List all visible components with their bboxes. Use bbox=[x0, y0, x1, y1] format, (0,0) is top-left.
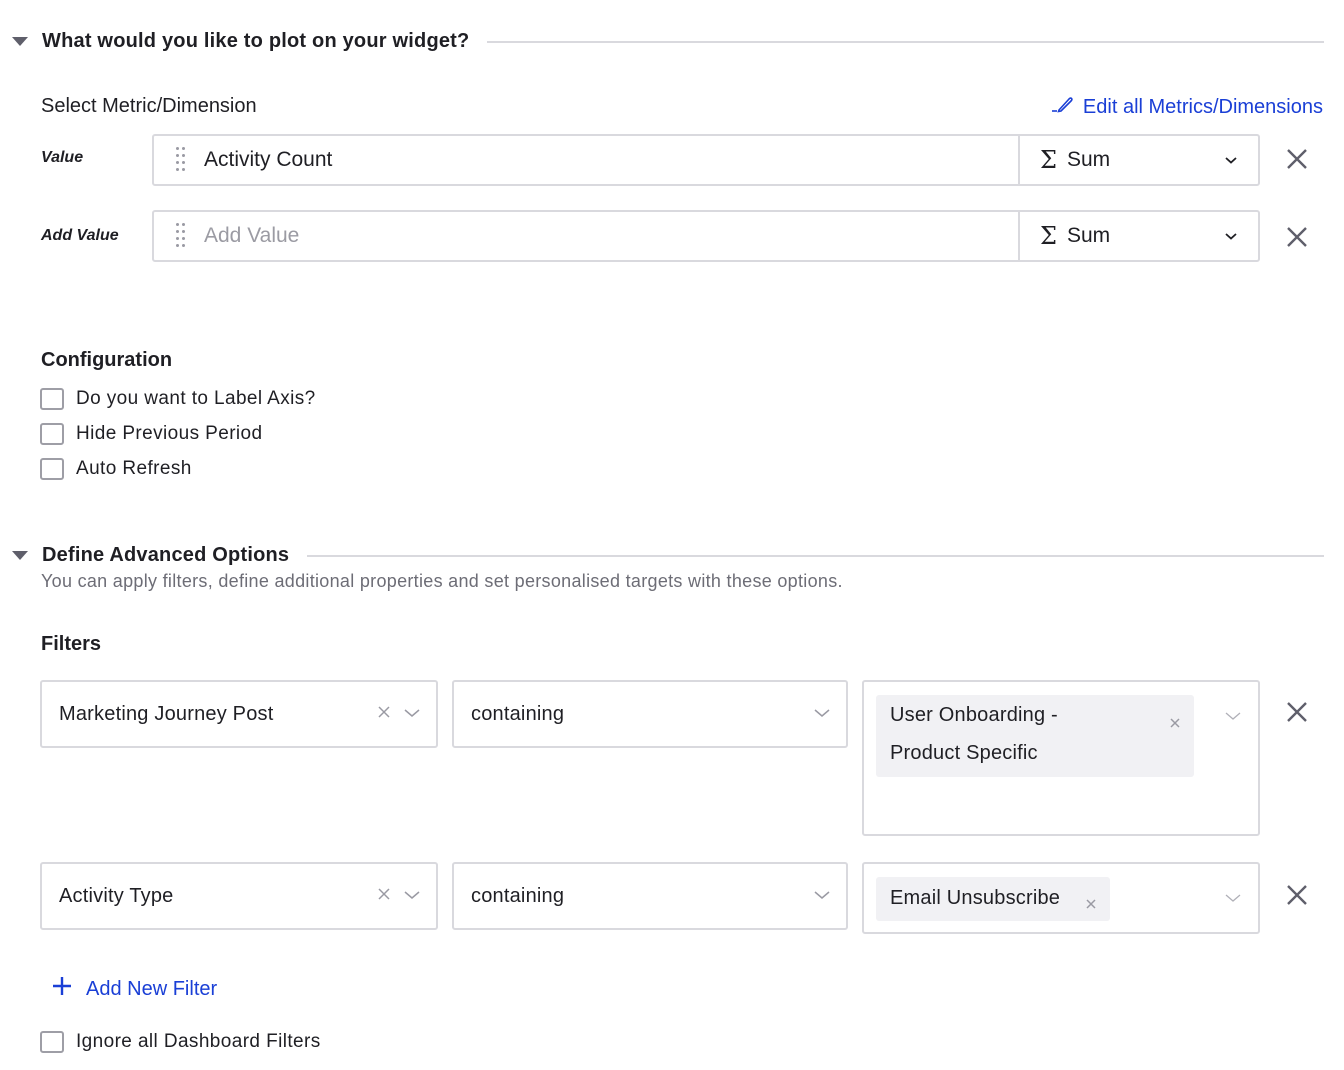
remove-filter-2-button[interactable] bbox=[1285, 883, 1309, 907]
tag-line-1: Email Unsubscribe bbox=[890, 887, 1061, 909]
add-value-aggregation-select[interactable]: Σ Sum bbox=[1020, 212, 1258, 260]
filter-2-values-input[interactable]: Email Unsubscribe bbox=[862, 862, 1260, 934]
section-divider bbox=[307, 554, 1324, 557]
filter-2-operator-text: containing bbox=[471, 884, 565, 907]
filter-2-value-tag: Email Unsubscribe bbox=[876, 877, 1110, 921]
sigma-icon: Σ bbox=[1040, 222, 1057, 250]
add-value-placeholder: Add Value bbox=[204, 224, 300, 247]
drag-handle-icon[interactable] bbox=[176, 147, 186, 173]
chevron-down-icon bbox=[814, 705, 830, 723]
filter-1-operator-text: containing bbox=[471, 702, 565, 725]
configuration-title: Configuration bbox=[41, 349, 173, 371]
label-axis-label: Do you want to Label Axis? bbox=[76, 388, 316, 409]
chevron-down-icon[interactable] bbox=[1225, 890, 1241, 908]
filter-2-field-select[interactable]: Activity Type bbox=[40, 862, 438, 930]
chevron-down-icon bbox=[404, 705, 420, 723]
filter-1-field-select[interactable]: Marketing Journey Post bbox=[40, 680, 438, 748]
value-row-label: Value bbox=[41, 149, 84, 166]
ignore-dashboard-filters-label: Ignore all Dashboard Filters bbox=[76, 1031, 321, 1052]
chevron-down-icon bbox=[1224, 155, 1238, 165]
tag-line-1: User Onboarding - bbox=[890, 704, 1058, 726]
remove-add-value-button[interactable] bbox=[1285, 225, 1309, 249]
close-icon bbox=[1287, 149, 1307, 169]
remove-value-button[interactable] bbox=[1285, 147, 1309, 171]
add-value-row-label: Add Value bbox=[41, 227, 119, 244]
close-icon bbox=[1287, 702, 1307, 722]
pencil-icon bbox=[1051, 95, 1073, 119]
filter-1-field-text: Marketing Journey Post bbox=[59, 702, 274, 725]
drag-handle-icon[interactable] bbox=[176, 223, 186, 249]
value-metric-row: Activity Count Σ Sum bbox=[152, 134, 1260, 186]
remove-tag-icon[interactable] bbox=[1085, 893, 1097, 916]
hide-previous-period-label: Hide Previous Period bbox=[76, 423, 263, 444]
chevron-down-icon bbox=[1224, 231, 1238, 241]
advanced-section-header: Define Advanced Options bbox=[0, 544, 1324, 567]
add-value-metric-input[interactable]: Add Value bbox=[154, 212, 1020, 260]
advanced-section-subtitle: You can apply filters, define additional… bbox=[41, 571, 843, 591]
auto-refresh-option[interactable]: Auto Refresh bbox=[40, 458, 192, 480]
hide-previous-period-option[interactable]: Hide Previous Period bbox=[40, 423, 262, 445]
select-metric-label: Select Metric/Dimension bbox=[41, 95, 257, 117]
chevron-down-icon bbox=[404, 887, 420, 905]
section-divider bbox=[487, 40, 1324, 43]
filters-title: Filters bbox=[41, 633, 102, 655]
value-metric-text: Activity Count bbox=[204, 148, 333, 171]
add-value-metric-row: Add Value Σ Sum bbox=[152, 210, 1260, 262]
edit-all-metrics-link[interactable]: Edit all Metrics/Dimensions bbox=[1051, 95, 1323, 119]
collapse-caret-icon[interactable] bbox=[12, 37, 28, 46]
filter-2-field-text: Activity Type bbox=[59, 884, 174, 907]
sigma-icon: Σ bbox=[1040, 146, 1057, 174]
chevron-down-icon bbox=[814, 887, 830, 905]
auto-refresh-label: Auto Refresh bbox=[76, 458, 192, 479]
remove-tag-icon[interactable] bbox=[1169, 712, 1181, 735]
ignore-dashboard-filters-option[interactable]: Ignore all Dashboard Filters bbox=[40, 1031, 321, 1053]
value-aggregation-select[interactable]: Σ Sum bbox=[1020, 136, 1258, 184]
add-value-aggregation-text: Sum bbox=[1066, 224, 1111, 247]
collapse-caret-icon[interactable] bbox=[12, 551, 28, 560]
advanced-section-title: Define Advanced Options bbox=[42, 544, 290, 566]
clear-field-icon[interactable] bbox=[378, 705, 390, 723]
auto-refresh-checkbox[interactable] bbox=[40, 458, 64, 480]
close-icon bbox=[1287, 885, 1307, 905]
edit-all-metrics-label: Edit all Metrics/Dimensions bbox=[1082, 95, 1323, 118]
plus-icon bbox=[52, 976, 72, 1002]
filter-1-value-tag: User Onboarding - Product Specific bbox=[876, 695, 1194, 777]
value-metric-input[interactable]: Activity Count bbox=[154, 136, 1020, 184]
value-aggregation-text: Sum bbox=[1066, 148, 1111, 171]
label-axis-option[interactable]: Do you want to Label Axis? bbox=[40, 388, 316, 410]
clear-field-icon[interactable] bbox=[378, 887, 390, 905]
plot-section-title: What would you like to plot on your widg… bbox=[42, 30, 470, 52]
remove-filter-1-button[interactable] bbox=[1285, 700, 1309, 724]
label-axis-checkbox[interactable] bbox=[40, 388, 64, 410]
close-icon bbox=[1287, 227, 1307, 247]
add-new-filter-button[interactable]: Add New Filter bbox=[52, 976, 217, 1002]
plot-section-header: What would you like to plot on your widg… bbox=[0, 30, 1324, 53]
filter-2-operator-select[interactable]: containing bbox=[452, 862, 848, 930]
add-new-filter-label: Add New Filter bbox=[86, 977, 218, 1000]
tag-line-2: Product Specific bbox=[890, 742, 1038, 764]
hide-previous-period-checkbox[interactable] bbox=[40, 423, 64, 445]
chevron-down-icon[interactable] bbox=[1225, 708, 1241, 726]
filter-1-values-input[interactable]: User Onboarding - Product Specific bbox=[862, 680, 1260, 836]
ignore-dashboard-filters-checkbox[interactable] bbox=[40, 1031, 64, 1053]
filter-1-operator-select[interactable]: containing bbox=[452, 680, 848, 748]
